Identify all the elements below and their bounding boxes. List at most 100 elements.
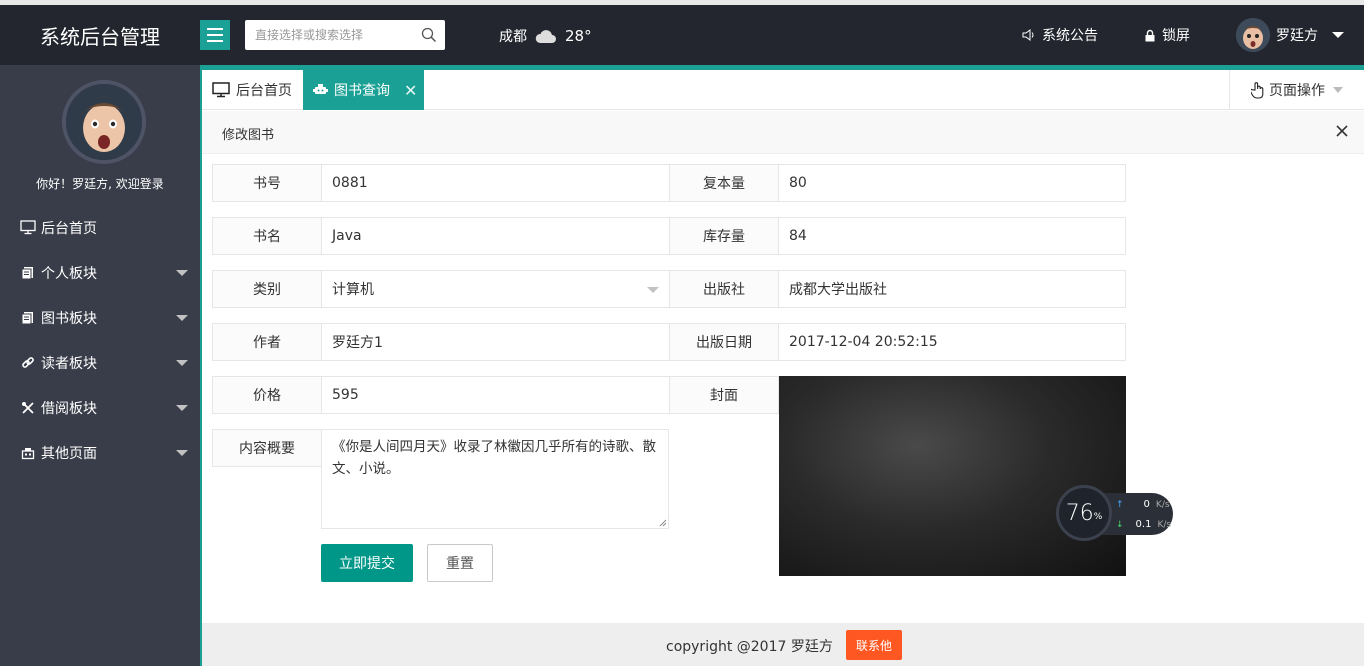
caret-down-icon <box>1333 87 1343 93</box>
sidebar-nav: 后台首页 个人板块 图书板块 读者板块 借阅板块 其他页面 <box>0 205 200 475</box>
notice-label: 系统公告 <box>1042 28 1098 44</box>
tab-bar: 后台首页 图书查询 ✕ 页面操作 <box>202 70 1364 110</box>
tab-home-label: 后台首页 <box>236 83 292 99</box>
sidebar-item-label: 个人板块 <box>41 265 97 282</box>
tab-home[interactable]: 后台首页 <box>212 70 292 110</box>
avatar <box>1236 18 1270 52</box>
panel-header: 修改图书 <box>202 111 1364 154</box>
cover-image[interactable] <box>779 376 1126 576</box>
page-ops-label: 页面操作 <box>1269 83 1325 99</box>
system-notice-link[interactable]: 系统公告 <box>1022 5 1098 65</box>
sidebar-item-borrow[interactable]: 借阅板块 <box>0 385 200 430</box>
welcome-text: 你好！罗廷方, 欢迎登录 <box>36 177 164 191</box>
search-icon[interactable] <box>421 27 437 43</box>
form-row-stock: 库存量 84 <box>669 217 1126 255</box>
caret-down-icon <box>647 287 659 293</box>
submit-button[interactable]: 立即提交 <box>321 544 413 582</box>
author-field[interactable]: 罗廷方1 <box>322 323 670 361</box>
content-left-border <box>200 65 202 666</box>
book-no-field[interactable]: 0881 <box>322 164 670 202</box>
sidebar-item-books[interactable]: 图书板块 <box>0 295 200 340</box>
stock-label: 库存量 <box>669 217 779 255</box>
robot-icon <box>313 84 328 94</box>
monitor-icon <box>212 82 230 98</box>
sidebar-item-readers[interactable]: 读者板块 <box>0 340 200 385</box>
top-bar: 系统后台管理 成都 28° 系统公告 锁屏 <box>0 0 1364 65</box>
price-field[interactable]: 595 <box>322 376 670 414</box>
document-icon <box>20 310 36 326</box>
net-speed-panel: ↑ 0 K/s ↓ 0.1 K/s <box>1102 493 1173 535</box>
user-avatar-large[interactable] <box>62 80 146 164</box>
category-label: 类别 <box>212 270 322 308</box>
sidebar-item-personal[interactable]: 个人板块 <box>0 250 200 295</box>
arrow-down-icon: ↓ <box>1116 519 1124 530</box>
summary-label: 内容概要 <box>212 429 322 467</box>
memory-percent-unit: % <box>1093 512 1103 522</box>
category-select[interactable]: 计算机 <box>322 270 670 308</box>
author-label: 作者 <box>212 323 322 361</box>
publisher-label: 出版社 <box>669 270 779 308</box>
form-row-category: 类别 计算机 <box>212 270 670 308</box>
pub-date-field[interactable]: 2017-12-04 20:52:15 <box>779 323 1126 361</box>
sidebar-item-other[interactable]: 其他页面 <box>0 430 200 475</box>
lock-label: 锁屏 <box>1162 28 1190 44</box>
page-operations-button[interactable]: 页面操作 <box>1229 70 1364 110</box>
caret-down-icon <box>176 270 188 276</box>
sidebar-item-label: 后台首页 <box>41 220 97 237</box>
footer: copyright @2017 罗廷方 联系他 <box>202 623 1364 666</box>
sidebar-item-label: 其他页面 <box>41 445 97 462</box>
copyright-text: copyright @2017 罗廷方 <box>666 639 833 655</box>
upload-value: 0 <box>1143 499 1150 510</box>
form-row-price: 价格 595 <box>212 376 670 414</box>
category-selected-value: 计算机 <box>332 282 374 298</box>
child-face-icon <box>66 84 142 160</box>
form-row-summary: 内容概要 <box>212 429 322 467</box>
child-face-icon <box>1236 18 1270 52</box>
user-menu[interactable]: 罗廷方 <box>1236 5 1344 65</box>
sidebar-item-label: 图书板块 <box>41 310 97 327</box>
hand-pointer-icon <box>1251 81 1264 99</box>
download-unit: K/s <box>1157 519 1172 530</box>
download-value: 0.1 <box>1135 519 1152 530</box>
download-speed: ↓ 0.1 K/s <box>1116 519 1171 530</box>
name-field[interactable]: Java <box>322 217 670 255</box>
sidebar-item-label: 借阅板块 <box>41 400 97 417</box>
upload-unit: K/s <box>1155 499 1170 510</box>
resize-grip-icon[interactable] <box>659 519 667 527</box>
monitor-icon <box>20 220 36 236</box>
speaker-icon <box>1022 29 1034 41</box>
book-no-label: 书号 <box>212 164 322 202</box>
close-tab-icon[interactable]: ✕ <box>404 81 417 100</box>
tab-book-query[interactable]: 图书查询 ✕ <box>303 70 424 110</box>
search-input[interactable] <box>245 20 410 50</box>
summary-text: 《你是人间四月天》收录了林徽因几乎所有的诗歌、散文、小说。 <box>332 439 656 477</box>
building-icon <box>20 445 36 461</box>
cloud-icon <box>535 30 556 43</box>
publisher-field[interactable]: 成都大学出版社 <box>779 270 1126 308</box>
tools-icon <box>20 400 36 416</box>
reset-button[interactable]: 重置 <box>427 544 493 582</box>
form-row-name: 书名 Java <box>212 217 670 255</box>
memory-percent: 76 <box>1065 500 1094 526</box>
menu-toggle-button[interactable] <box>200 20 230 50</box>
form-row-author: 作者 罗廷方1 <box>212 323 670 361</box>
app-title: 系统后台管理 <box>40 25 160 49</box>
tab-active-label: 图书查询 <box>334 83 390 99</box>
pub-date-label: 出版日期 <box>669 323 779 361</box>
summary-textarea[interactable]: 《你是人间四月天》收录了林徽因几乎所有的诗歌、散文、小说。 <box>321 429 669 529</box>
lock-screen-link[interactable]: 锁屏 <box>1144 5 1190 65</box>
caret-down-icon <box>176 315 188 321</box>
close-icon[interactable] <box>1334 123 1350 139</box>
sidebar-item-home[interactable]: 后台首页 <box>0 205 200 250</box>
form-row-book-no: 书号 0881 <box>212 164 670 202</box>
weather-widget: 成都 28° <box>499 26 592 46</box>
caret-down-icon <box>176 360 188 366</box>
contact-button[interactable]: 联系他 <box>846 630 902 660</box>
upload-speed: ↑ 0 K/s <box>1116 499 1170 510</box>
panel-title: 修改图书 <box>222 128 275 143</box>
name-label: 书名 <box>212 217 322 255</box>
stock-field[interactable]: 84 <box>779 217 1126 255</box>
copies-field[interactable]: 80 <box>779 164 1126 202</box>
copies-label: 复本量 <box>669 164 779 202</box>
memory-usage-ring[interactable]: 76% <box>1056 485 1112 541</box>
